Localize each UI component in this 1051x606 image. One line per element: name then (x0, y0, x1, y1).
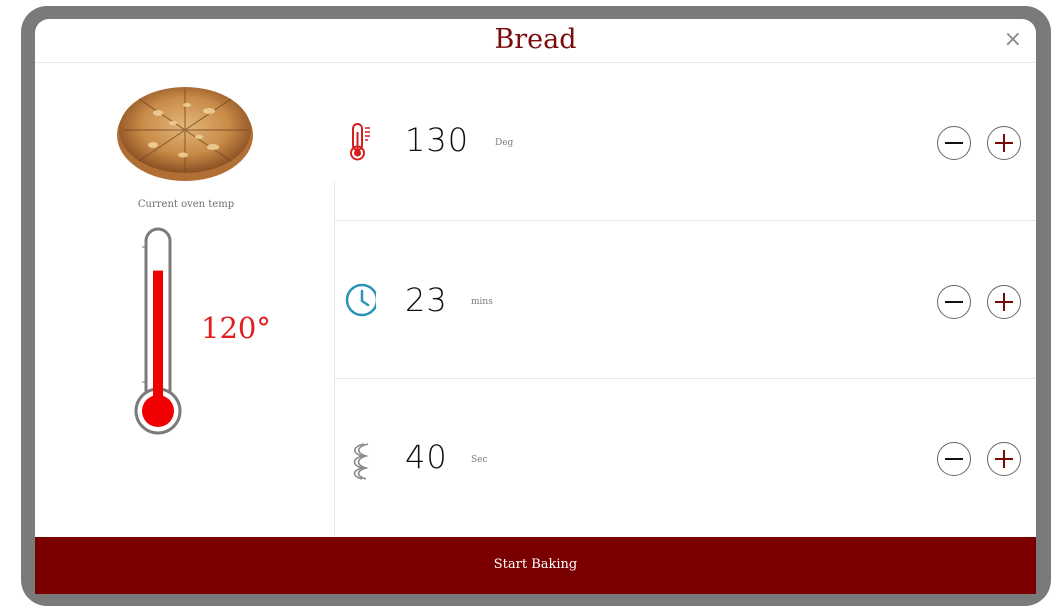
start-baking-button[interactable]: Start Baking (35, 537, 1036, 594)
setting-row-steam: 40 Sec (335, 379, 1036, 537)
steam-value: 40 (405, 438, 448, 476)
oven-temp-fill (153, 270, 163, 413)
steam-increase-button[interactable] (987, 442, 1021, 476)
oven-temp-value: 120° (201, 311, 271, 345)
minus-icon (945, 301, 963, 303)
clock-icon (345, 283, 376, 317)
temperature-value: 130 (405, 121, 470, 159)
time-unit: mins (471, 297, 493, 307)
minus-icon (945, 142, 963, 144)
dialog-title: Bread (494, 24, 577, 55)
bake-dialog: Bread × Current oven temp 120° 130 Deg 2… (35, 19, 1036, 594)
oven-temp-label: Current oven temp (137, 199, 235, 210)
temperature-unit: Deg (495, 138, 514, 148)
dialog-header: Bread × (35, 19, 1036, 63)
oven-thermometer-gauge (134, 227, 182, 435)
minus-icon (945, 458, 963, 460)
steam-icon (353, 443, 369, 480)
time-value: 23 (405, 281, 448, 319)
temperature-decrease-button[interactable] (937, 126, 971, 160)
temperature-increase-button[interactable] (987, 126, 1021, 160)
time-decrease-button[interactable] (937, 285, 971, 319)
steam-unit: Sec (471, 455, 488, 465)
setting-row-time: 23 mins (335, 221, 1036, 378)
setting-row-temperature: 130 Deg (335, 62, 1036, 220)
bread-image (117, 87, 253, 181)
thermometer-icon (350, 123, 370, 161)
time-increase-button[interactable] (987, 285, 1021, 319)
steam-decrease-button[interactable] (937, 442, 971, 476)
close-icon[interactable]: × (1004, 27, 1022, 53)
